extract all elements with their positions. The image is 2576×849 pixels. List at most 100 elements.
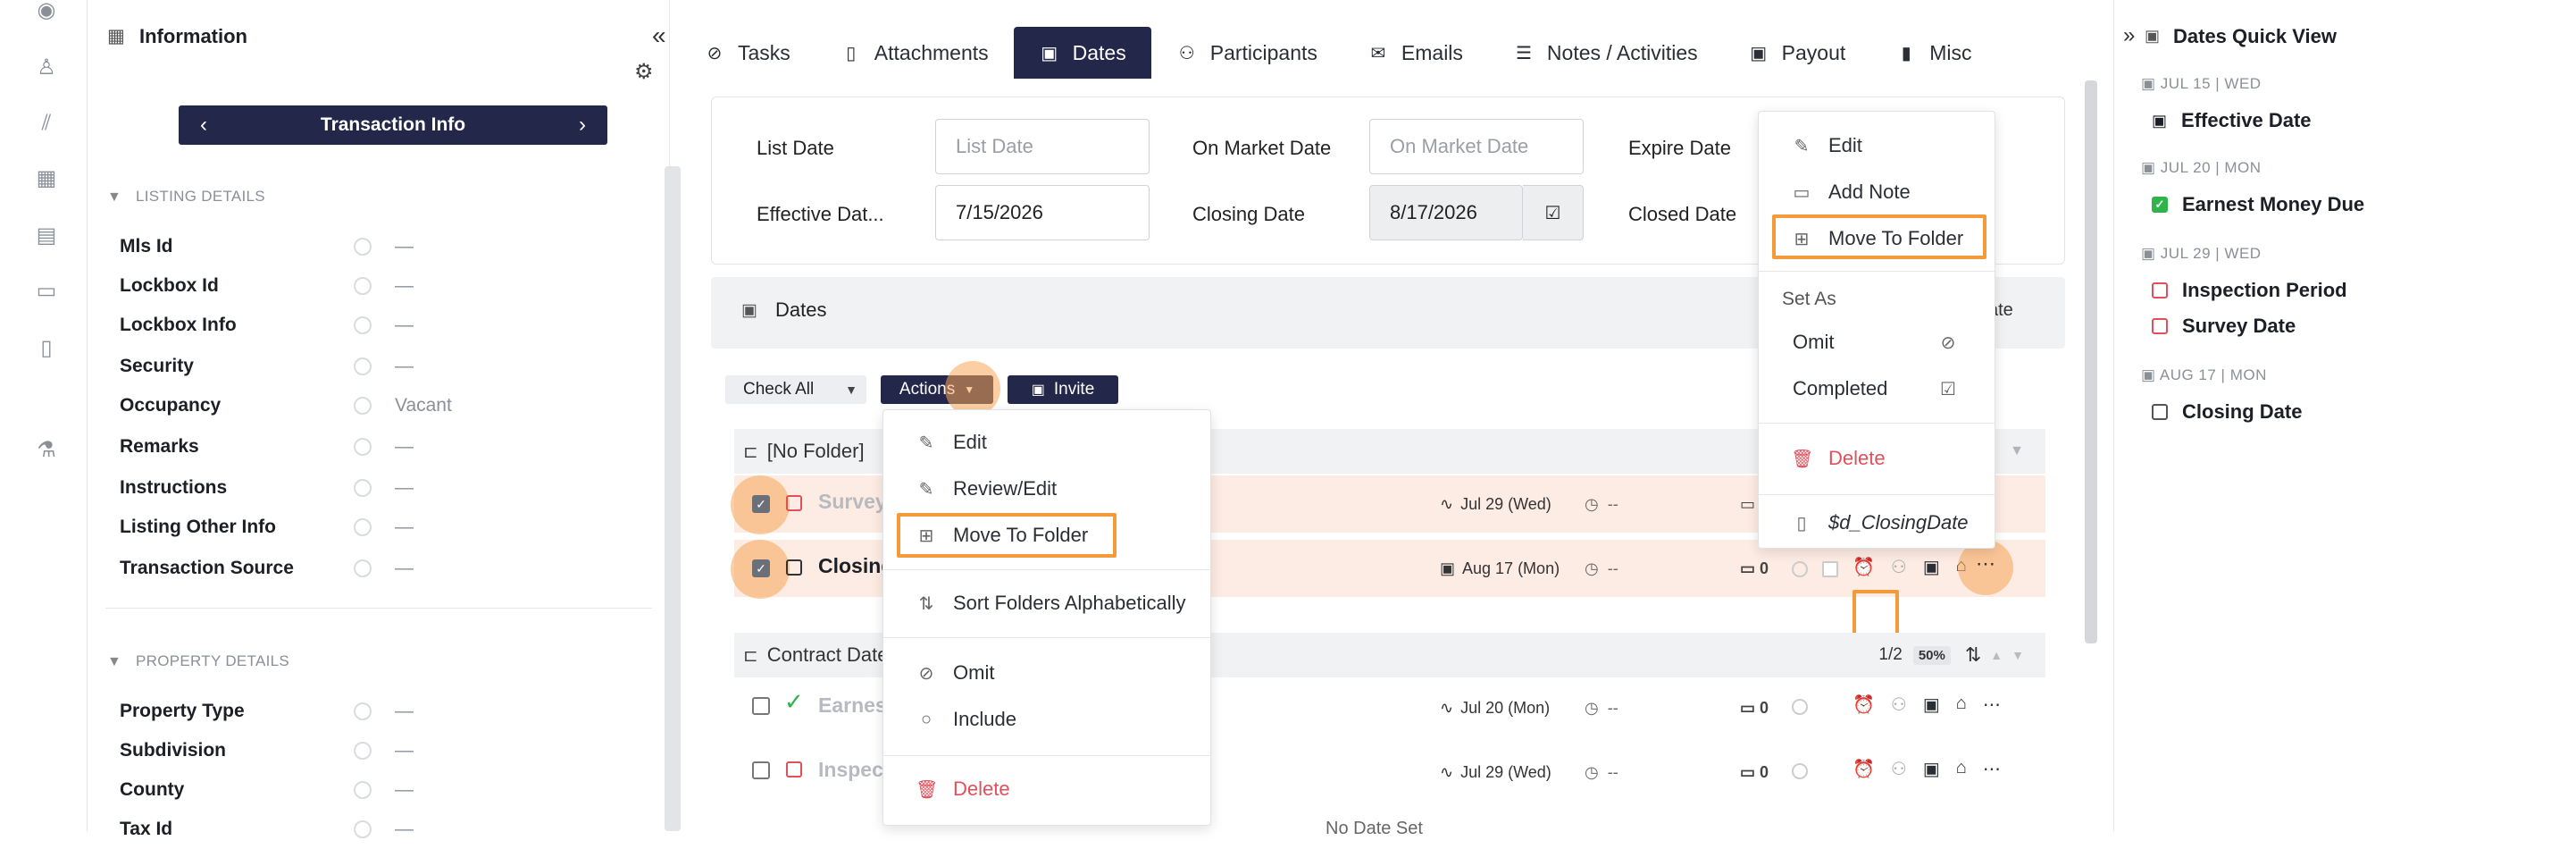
status-circle-icon[interactable]: [1792, 763, 1808, 779]
comment-count[interactable]: ▭ 0: [1740, 559, 1769, 578]
chevron-up-icon[interactable]: ▲: [1990, 648, 2003, 662]
more-icon[interactable]: ⋯: [1983, 758, 2001, 780]
tab-attachments[interactable]: ▯ Attachments: [815, 27, 1014, 79]
card-icon[interactable]: ▭: [30, 275, 63, 307]
expand-listing-icon[interactable]: ▼: [107, 189, 121, 206]
caret-down-icon[interactable]: ▼: [845, 382, 866, 397]
comment-count[interactable]: ▭ 0: [1740, 763, 1769, 782]
quick-view-item[interactable]: Inspection Period: [2152, 279, 2347, 302]
chevron-down-icon[interactable]: ▼: [2011, 648, 2024, 662]
home-icon[interactable]: ⌂: [1956, 693, 1967, 716]
menu-edit[interactable]: ✎ Edit: [1759, 122, 1995, 169]
status-square-icon[interactable]: [786, 559, 802, 576]
menu-delete[interactable]: 🗑 Delete: [1759, 435, 1995, 482]
on-market-date-input[interactable]: On Market Date: [1369, 119, 1584, 174]
people-icon[interactable]: ⚇: [1891, 556, 1907, 578]
tab-payout[interactable]: ▣ Payout: [1723, 27, 1871, 79]
status-dot[interactable]: [354, 820, 372, 838]
status-dot[interactable]: [354, 357, 372, 375]
row-select-checkbox[interactable]: ✓: [752, 495, 770, 513]
quick-view-item[interactable]: ✓ Earnest Money Due: [2152, 193, 2364, 216]
status-circle-icon[interactable]: [1792, 699, 1808, 715]
tab-emails[interactable]: ✉ Emails: [1342, 27, 1488, 79]
prev-icon[interactable]: ‹: [200, 113, 207, 138]
quick-view-item[interactable]: ▣ Effective Date: [2152, 109, 2312, 132]
tab-tasks[interactable]: ⊘ Tasks: [679, 27, 815, 79]
effective-date-input[interactable]: 7/15/2026: [935, 185, 1150, 240]
status-dot[interactable]: [354, 742, 372, 760]
status-dot[interactable]: [354, 702, 372, 720]
expand-property-icon[interactable]: ▼: [107, 654, 121, 670]
calendar-icon[interactable]: ▦: [30, 163, 63, 195]
status-dot[interactable]: [354, 559, 372, 577]
left-scrollbar[interactable]: [665, 166, 681, 831]
more-icon[interactable]: ⋯: [1983, 693, 2001, 716]
more-icon[interactable]: ⋯: [1976, 552, 1995, 576]
menu-set-completed[interactable]: Completed ☑: [1759, 366, 1995, 412]
alarm-icon[interactable]: ⏰: [1853, 693, 1875, 716]
gear-icon[interactable]: ⚙: [634, 59, 654, 85]
status-dot[interactable]: [354, 277, 372, 295]
document-icon[interactable]: ▯: [30, 332, 63, 365]
menu-omit[interactable]: ⊘ Omit: [883, 650, 1210, 696]
sort-icon[interactable]: ⇅: [1965, 643, 1981, 667]
invite-button[interactable]: ▣ Invite: [1008, 375, 1118, 404]
inbox-icon[interactable]: ▤: [30, 220, 63, 252]
menu-sort-folders[interactable]: ⇅ Sort Folders Alphabetically: [883, 580, 1210, 626]
status-dot[interactable]: [354, 479, 372, 497]
status-dot[interactable]: [354, 438, 372, 456]
people-icon[interactable]: ⚇: [1891, 693, 1907, 716]
next-icon[interactable]: ›: [579, 113, 586, 138]
status-circle-icon[interactable]: [1792, 561, 1808, 577]
status-square-icon[interactable]: [786, 495, 802, 511]
check-all-button[interactable]: Check All ▼: [725, 375, 866, 404]
main-scrollbar[interactable]: [2085, 80, 2097, 643]
row-select-checkbox[interactable]: ✓: [752, 559, 770, 577]
status-dot[interactable]: [354, 518, 372, 536]
status-dot[interactable]: [354, 397, 372, 415]
closing-date-input[interactable]: 8/17/2026: [1369, 185, 1523, 240]
dashboard-icon[interactable]: ◉: [30, 0, 63, 27]
alarm-icon[interactable]: ⏰: [1853, 758, 1875, 780]
date-name[interactable]: Survey: [818, 490, 887, 514]
quick-view-item[interactable]: Survey Date: [2152, 315, 2296, 338]
people-icon[interactable]: ♙: [30, 52, 63, 84]
collapse-icon[interactable]: «: [652, 21, 666, 50]
flask-icon[interactable]: ⚗: [30, 434, 63, 467]
menu-variable[interactable]: ▯ $d_ClosingDate: [1759, 500, 1995, 546]
chevron-down-icon[interactable]: ▼: [2010, 443, 2024, 459]
menu-set-omit[interactable]: Omit ⊘: [1759, 319, 1995, 366]
status-dot[interactable]: [354, 316, 372, 334]
tab-participants[interactable]: ⚇ Participants: [1151, 27, 1342, 79]
menu-edit[interactable]: ✎ Edit: [883, 419, 1210, 466]
tab-dates[interactable]: ▣ Dates: [1013, 27, 1151, 79]
closing-lock-checkbox-icon[interactable]: ☑: [1523, 185, 1584, 240]
tab-misc[interactable]: ▮ Misc: [1870, 27, 1996, 79]
contact-icon[interactable]: ▣: [1923, 758, 1940, 780]
row-select-checkbox[interactable]: [752, 697, 770, 715]
row-select-checkbox[interactable]: [752, 761, 770, 779]
status-square-icon[interactable]: [786, 761, 802, 778]
contact-icon[interactable]: ▣: [1923, 693, 1940, 716]
list-date-input[interactable]: List Date: [935, 119, 1150, 174]
menu-delete[interactable]: 🗑 Delete: [883, 766, 1210, 812]
status-dot[interactable]: [354, 781, 372, 799]
expand-icon[interactable]: »: [2123, 23, 2135, 48]
menu-include[interactable]: ○ Include: [883, 696, 1210, 743]
quick-view-item[interactable]: Closing Date: [2152, 400, 2302, 424]
small-checkbox[interactable]: [1822, 561, 1838, 577]
contact-icon[interactable]: ▣: [1923, 556, 1940, 578]
home-icon[interactable]: ⌂: [1956, 758, 1967, 780]
comment-icon[interactable]: ▭: [1740, 495, 1755, 514]
tab-notes[interactable]: ☰ Notes / Activities: [1488, 27, 1723, 79]
status-dot[interactable]: [354, 238, 372, 256]
menu-add-note[interactable]: ▭ Add Note: [1759, 169, 1995, 215]
date-name[interactable]: Inspec: [818, 758, 883, 782]
date-name[interactable]: Earnes: [818, 693, 887, 718]
people-icon[interactable]: ⚇: [1891, 758, 1907, 780]
chart-icon[interactable]: ⫽: [30, 107, 63, 139]
menu-review-edit[interactable]: ✎ Review/Edit: [883, 466, 1210, 512]
alarm-icon[interactable]: ⏰: [1853, 556, 1875, 578]
comment-count[interactable]: ▭ 0: [1740, 699, 1769, 718]
checkmark-icon[interactable]: ✓: [784, 688, 804, 716]
